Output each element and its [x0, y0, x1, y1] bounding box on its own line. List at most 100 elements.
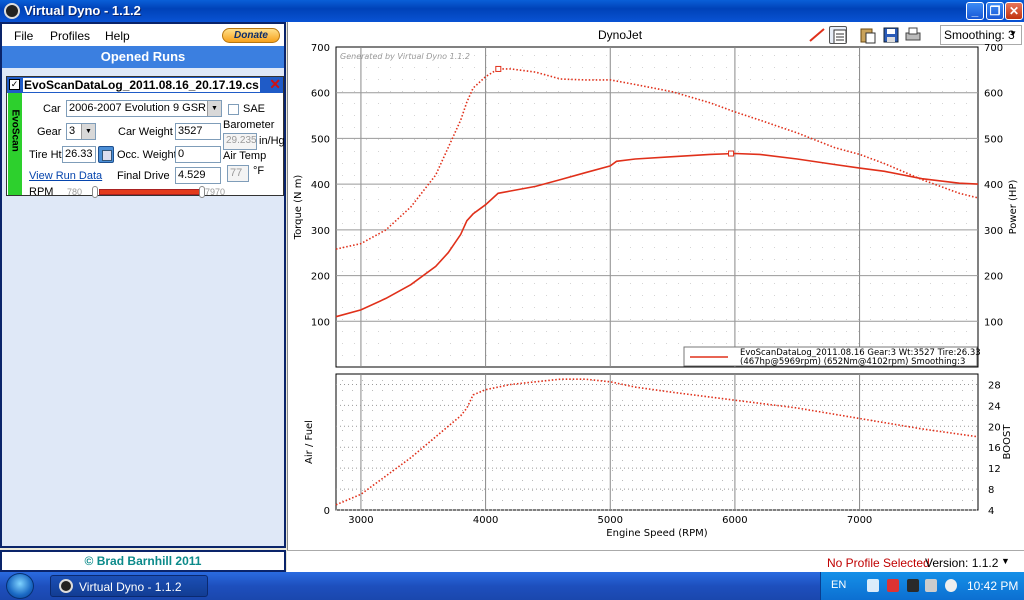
- grid-dot: [702, 163, 703, 164]
- rpm-min-handle[interactable]: [92, 186, 98, 198]
- grid-dot: [702, 247, 703, 248]
- close-button[interactable]: ✕: [1005, 2, 1023, 20]
- rpm-range-slider[interactable]: [99, 189, 201, 195]
- run-visible-checkbox[interactable]: ✓: [9, 79, 20, 90]
- car-weight-input[interactable]: 3527: [175, 123, 221, 140]
- grid-dot: [532, 450, 533, 451]
- grid-dot: [354, 115, 355, 116]
- gear-select[interactable]: 3 ▼: [66, 123, 96, 140]
- system-clock: 10:42 PM: [967, 579, 1019, 593]
- grid-dot: [366, 211, 367, 212]
- grid-dot: [782, 380, 783, 381]
- grid-dot: [474, 151, 475, 152]
- start-button[interactable]: [6, 573, 34, 599]
- grid-dot: [352, 440, 353, 441]
- clock-icon[interactable]: [945, 579, 957, 592]
- grid-dot: [966, 163, 967, 164]
- calculator-icon[interactable]: [98, 146, 114, 163]
- grid-dot: [352, 420, 353, 421]
- grid-dot: [672, 450, 673, 451]
- grid-dot: [942, 307, 943, 308]
- grid-dot: [690, 235, 691, 236]
- grid-dot: [762, 67, 763, 68]
- occ-weight-input[interactable]: 0: [175, 146, 221, 163]
- grid-dot: [402, 103, 403, 104]
- final-drive-input[interactable]: 4.529: [175, 167, 221, 184]
- grid-dot: [732, 450, 733, 451]
- tire-height-input[interactable]: 26.33: [62, 146, 96, 163]
- grid-dot: [452, 410, 453, 411]
- grid-dot: [702, 283, 703, 284]
- grid-dot: [714, 103, 715, 104]
- grid-dot: [354, 127, 355, 128]
- grid-dot: [522, 211, 523, 212]
- minimize-button[interactable]: _: [966, 2, 984, 20]
- grid-dot: [762, 307, 763, 308]
- grid-dot: [786, 307, 787, 308]
- barometer-input[interactable]: 29.235: [223, 133, 257, 150]
- grid-dot: [452, 450, 453, 451]
- grid-dot: [870, 235, 871, 236]
- menu-file[interactable]: File: [14, 29, 33, 43]
- grid-dot: [602, 500, 603, 501]
- grid-dot: [962, 390, 963, 391]
- grid-dot: [672, 460, 673, 461]
- volume-icon[interactable]: [925, 579, 937, 592]
- grid-dot: [366, 163, 367, 164]
- grid-dot: [822, 175, 823, 176]
- version-label[interactable]: Version: 1.1.2: [925, 556, 998, 570]
- grid-dot: [870, 103, 871, 104]
- grid-dot: [952, 420, 953, 421]
- grid-dot: [702, 400, 703, 401]
- menu-help[interactable]: Help: [105, 29, 130, 43]
- grid-dot: [846, 259, 847, 260]
- grid-dot: [786, 163, 787, 164]
- language-indicator[interactable]: EN: [831, 579, 846, 591]
- grid-dot: [678, 331, 679, 332]
- gear-select-value: 3: [69, 125, 76, 137]
- grid-dot: [678, 175, 679, 176]
- grid-dot: [606, 67, 607, 68]
- flag-icon[interactable]: [867, 579, 879, 592]
- grid-dot: [750, 283, 751, 284]
- grid-dot: [750, 79, 751, 80]
- grid-dot: [832, 480, 833, 481]
- grid-dot: [452, 400, 453, 401]
- menu-profiles[interactable]: Profiles: [50, 29, 90, 43]
- grid-dot: [810, 343, 811, 344]
- grid-dot: [872, 460, 873, 461]
- grid-dot: [582, 420, 583, 421]
- battery-icon[interactable]: [907, 579, 919, 592]
- view-run-data-link[interactable]: View Run Data: [29, 170, 102, 182]
- grid-dot: [812, 420, 813, 421]
- grid-dot: [632, 410, 633, 411]
- restore-button[interactable]: ❐: [986, 2, 1004, 20]
- grid-dot: [882, 331, 883, 332]
- grid-dot: [426, 235, 427, 236]
- grid-dot: [932, 500, 933, 501]
- remove-run-icon[interactable]: ✕: [269, 77, 281, 92]
- grid-dot: [858, 127, 859, 128]
- grid-dot: [654, 319, 655, 320]
- grid-dot: [894, 79, 895, 80]
- grid-dot: [570, 247, 571, 248]
- taskbar-app-button[interactable]: Virtual Dyno - 1.1.2: [50, 575, 208, 597]
- grid-dot: [442, 400, 443, 401]
- grid-dot: [852, 460, 853, 461]
- usb-icon[interactable]: [887, 579, 899, 592]
- car-select[interactable]: 2006-2007 Evolution 9 GSR ▼: [66, 100, 222, 117]
- grid-dot: [822, 331, 823, 332]
- grid-dot: [822, 400, 823, 401]
- sae-checkbox[interactable]: [228, 104, 239, 115]
- grid-dot: [472, 410, 473, 411]
- grid-dot: [834, 187, 835, 188]
- grid-dot: [762, 295, 763, 296]
- grid-dot: [606, 355, 607, 356]
- air-temp-input[interactable]: 77: [227, 165, 249, 182]
- chevron-down-icon[interactable]: ▼: [1001, 556, 1010, 566]
- donate-button[interactable]: Donate: [222, 28, 280, 43]
- grid-dot: [932, 410, 933, 411]
- grid-dot: [414, 151, 415, 152]
- grid-dot: [762, 420, 763, 421]
- grid-dot: [570, 199, 571, 200]
